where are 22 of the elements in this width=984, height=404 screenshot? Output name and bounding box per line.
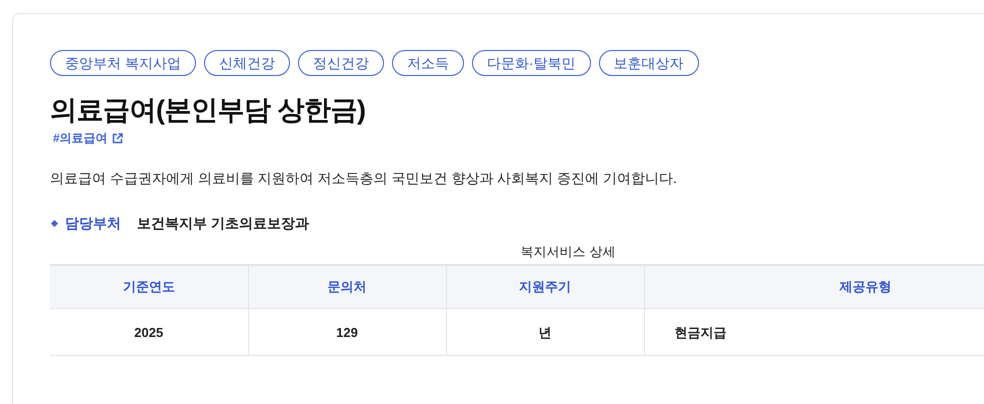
description-text: 의료급여 수급권자에게 의료비를 지원하여 저소득층의 국민보건 향상과 사회복지 증진에 기여합니다. — [50, 169, 678, 188]
category-tag[interactable]: 다문화·탈북민 — [472, 50, 591, 76]
category-tag[interactable]: 저소득 — [392, 50, 464, 76]
column-header: 지원주기 — [446, 264, 644, 309]
table-cell: 2025 — [50, 308, 248, 356]
column-header: 기준연도 — [50, 264, 248, 309]
department-value: 보건복지부 기초의료보장과 — [137, 214, 309, 234]
table-cell: 현금지급 — [644, 308, 984, 356]
external-link-icon — [112, 132, 123, 144]
page-title: 의료급여(본인부담 상한금) — [50, 94, 366, 126]
hashtag-link[interactable]: #의료급여 — [53, 129, 123, 148]
category-tag[interactable]: 신체건강 — [204, 50, 290, 76]
table-cell: 129 — [248, 308, 446, 356]
column-header: 문의처 — [248, 264, 446, 309]
department-label: 담당부처 — [65, 214, 121, 234]
column-header: 제공유형 — [644, 264, 984, 309]
table-cell: 년 — [446, 308, 644, 356]
category-tag[interactable]: 보훈대상자 — [598, 50, 699, 76]
table-caption: 복지서비스 상세 — [520, 243, 616, 262]
bullet-icon — [50, 220, 58, 228]
category-tag[interactable]: 정신건강 — [298, 50, 384, 76]
category-tag[interactable]: 중앙부처 복지사업 — [50, 50, 196, 76]
